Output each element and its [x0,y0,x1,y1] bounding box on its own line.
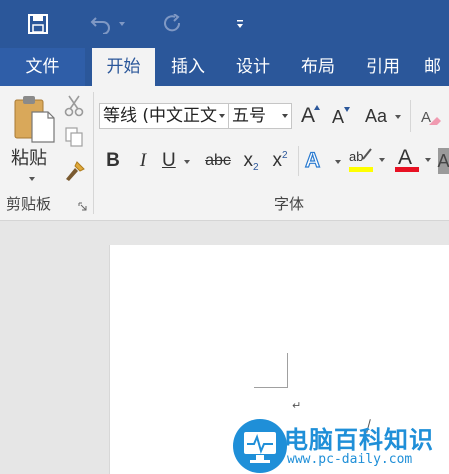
subscript-button[interactable]: x 2 [239,147,263,175]
font-name-combo[interactable]: 等线 (中文正文 [99,103,229,129]
tab-mailings[interactable]: 邮 [424,48,449,86]
text-effects-button[interactable]: A [304,146,343,176]
change-case-label: Aa [365,105,388,126]
font-size-combo[interactable]: 五号 [228,103,292,129]
shrink-font-label: A [331,106,344,127]
font-divider-2 [298,146,299,176]
strikethrough-button[interactable]: abc [204,147,232,175]
copy-icon[interactable] [62,125,86,149]
text-effects-dropdown-icon[interactable] [335,160,341,164]
subscript-mark: 2 [252,161,259,173]
bold-button[interactable]: B [103,147,123,175]
underline-button[interactable]: U [162,147,192,175]
highlight-color-swatch [349,167,373,172]
tab-insert[interactable]: 插入 [160,48,216,86]
tab-layout[interactable]: 布局 [290,48,346,86]
font-name-dropdown-icon[interactable] [219,114,225,118]
customize-toolbar-icon[interactable] [232,14,248,34]
svg-text:A: A [421,109,431,126]
tab-references[interactable]: 引用 [355,48,411,86]
grow-font-button[interactable]: A [296,102,320,130]
watermark-text: 电脑百科知识 [284,426,434,454]
paste-dropdown-icon[interactable] [29,177,35,181]
superscript-mark: 2 [281,149,288,161]
superscript-label: x [272,150,282,171]
shrink-font-button[interactable]: A [326,104,350,130]
font-name-value: 等线 (中文正文 [103,106,218,126]
redo-icon[interactable] [160,10,186,38]
cut-icon[interactable] [62,94,86,118]
font-group-label: 字体 [274,195,305,213]
tab-design[interactable]: 设计 [225,48,281,86]
grow-font-label: A [300,104,315,127]
group-divider [93,92,94,214]
undo-icon[interactable] [88,10,114,38]
subscript-label: x [243,150,253,171]
font-size-value: 五号 [232,106,266,126]
clear-formatting-icon[interactable]: A [418,104,444,130]
character-shading-icon[interactable]: A [438,148,449,174]
clipboard-launcher-icon[interactable] [76,200,88,212]
ribbon-tab-bar: 文件 开始 插入 设计 布局 引用 邮 [0,48,449,86]
text-effects-label: A [304,148,321,172]
font-color-swatch [395,167,419,172]
shrink-arrow-icon [344,107,350,112]
undo-dropdown-icon[interactable] [116,10,128,38]
tab-file[interactable]: 文件 [0,48,85,86]
italic-button[interactable]: I [134,147,152,175]
font-size-dropdown-icon[interactable] [282,114,288,118]
paragraph-mark: ↵ [292,400,302,412]
underline-label: U [162,150,176,171]
margin-corner-mark [254,353,288,388]
paste-label: 粘贴 [11,148,47,169]
paste-button[interactable]: 粘贴 [8,92,58,187]
highlight-dropdown-icon[interactable] [379,158,385,162]
clipboard-icon [14,96,55,143]
grow-arrow-icon [314,105,320,110]
watermark: 电脑百科知识 www.pc-daily.com [232,418,449,474]
clipboard-group-label: 剪贴板 [6,195,52,213]
monitor-logo-icon [233,419,287,473]
underline-dropdown-icon[interactable] [184,160,190,164]
format-painter-icon[interactable] [62,158,88,184]
font-divider [410,100,411,132]
font-color-button[interactable]: A [393,144,433,176]
watermark-url: www.pc-daily.com [287,452,413,467]
superscript-button[interactable]: x 2 [268,147,292,175]
highlight-button[interactable]: ab [347,144,387,176]
highlighter-pen-icon [362,148,372,160]
font-color-dropdown-icon[interactable] [425,158,431,162]
title-bar [0,0,449,48]
change-case-button[interactable]: Aa [365,103,403,129]
save-icon[interactable] [24,10,52,38]
tab-home[interactable]: 开始 [92,48,155,86]
change-case-dropdown-icon[interactable] [395,115,401,119]
